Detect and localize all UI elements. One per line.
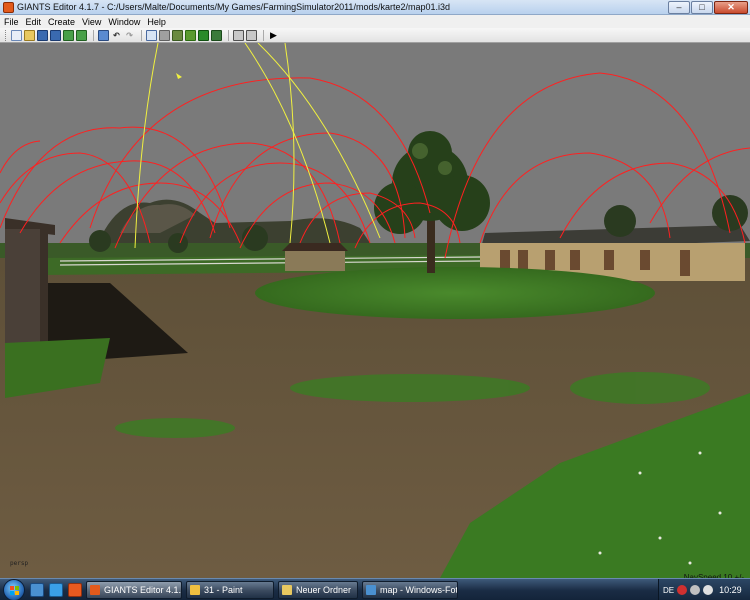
foliage-paint-icon[interactable] [198,29,209,41]
refresh-icon[interactable] [98,29,109,41]
redo-icon[interactable]: ↷ [124,30,135,41]
menu-file[interactable]: File [4,17,19,27]
task-folder[interactable]: Neuer Ordner [278,580,358,599]
language-indicator[interactable]: DE [663,586,674,595]
toolbar-separator [228,29,229,41]
menu-create[interactable]: Create [48,17,75,27]
ignore-icon[interactable] [246,29,257,41]
maximize-button[interactable]: □ [691,1,713,14]
camera-label: persp [10,560,29,567]
terrain-paint-icon[interactable] [185,29,196,41]
snap-icon[interactable] [233,29,244,41]
toolbar: ↶ ↷ ▶ [0,28,750,43]
select-icon[interactable] [146,29,157,41]
giants-app-icon [3,1,14,13]
save-as-icon[interactable] [50,29,61,41]
show-desktop-icon[interactable] [30,582,44,597]
scene-render [0,43,750,578]
start-button[interactable] [3,578,25,600]
window-controls: – □ ✕ [668,1,748,14]
system-tray: DE 10:29 [658,579,750,600]
toolbar-separator [263,29,264,41]
clock[interactable]: 10:29 [719,585,742,595]
menu-view[interactable]: View [82,17,101,27]
big-tree-trunk [427,213,435,273]
task-label: map - Windows-Fot... [380,584,458,595]
small-cottage [285,251,345,271]
windows-taskbar: GIANTS Editor 4.1.7 ... 31 - Paint Neuer… [0,578,750,600]
undo-icon[interactable]: ↶ [111,30,122,41]
close-button[interactable]: ✕ [714,1,748,14]
move-icon[interactable] [159,29,170,41]
toolbar-separator [93,29,94,41]
task-photo-viewer[interactable]: map - Windows-Fot... [362,580,458,599]
window-title-bar[interactable]: GIANTS Editor 4.1.7 - C:/Users/Malte/Doc… [0,0,750,15]
play-icon[interactable]: ▶ [268,30,279,41]
folder-icon [282,584,292,595]
task-label: Neuer Ordner [296,584,352,595]
toolbar-grip[interactable] [5,29,8,41]
network-icon[interactable] [690,585,701,595]
new-icon[interactable] [11,29,22,41]
paint-icon [190,584,200,595]
task-giants-editor[interactable]: GIANTS Editor 4.1.7 ... [86,580,182,599]
open-icon[interactable] [24,29,35,41]
export-icon[interactable] [63,29,74,41]
grass-circle [255,267,655,319]
giants-icon [90,584,100,595]
minimize-button[interactable]: – [668,1,690,14]
3d-viewport[interactable]: persp [0,43,750,578]
photo-viewer-icon [366,584,376,595]
internet-explorer-icon[interactable] [49,582,63,597]
window-title: GIANTS Editor 4.1.7 - C:/Users/Malte/Doc… [17,2,450,12]
antivirus-icon[interactable] [677,585,688,595]
terrain-sculpt-icon[interactable] [172,29,183,41]
volume-icon[interactable] [703,585,714,595]
task-label: 31 - Paint [204,584,243,595]
menu-help[interactable]: Help [147,17,166,27]
task-label: GIANTS Editor 4.1.7 ... [104,584,182,595]
firefox-icon[interactable] [68,582,82,597]
task-paint[interactable]: 31 - Paint [186,580,274,599]
toolbar-separator [141,29,142,41]
grass-paint-icon[interactable] [211,29,222,41]
menu-window[interactable]: Window [108,17,140,27]
menu-edit[interactable]: Edit [26,17,42,27]
import-icon[interactable] [76,29,87,41]
save-icon[interactable] [37,29,48,41]
menu-bar: File Edit Create View Window Help [0,15,750,28]
